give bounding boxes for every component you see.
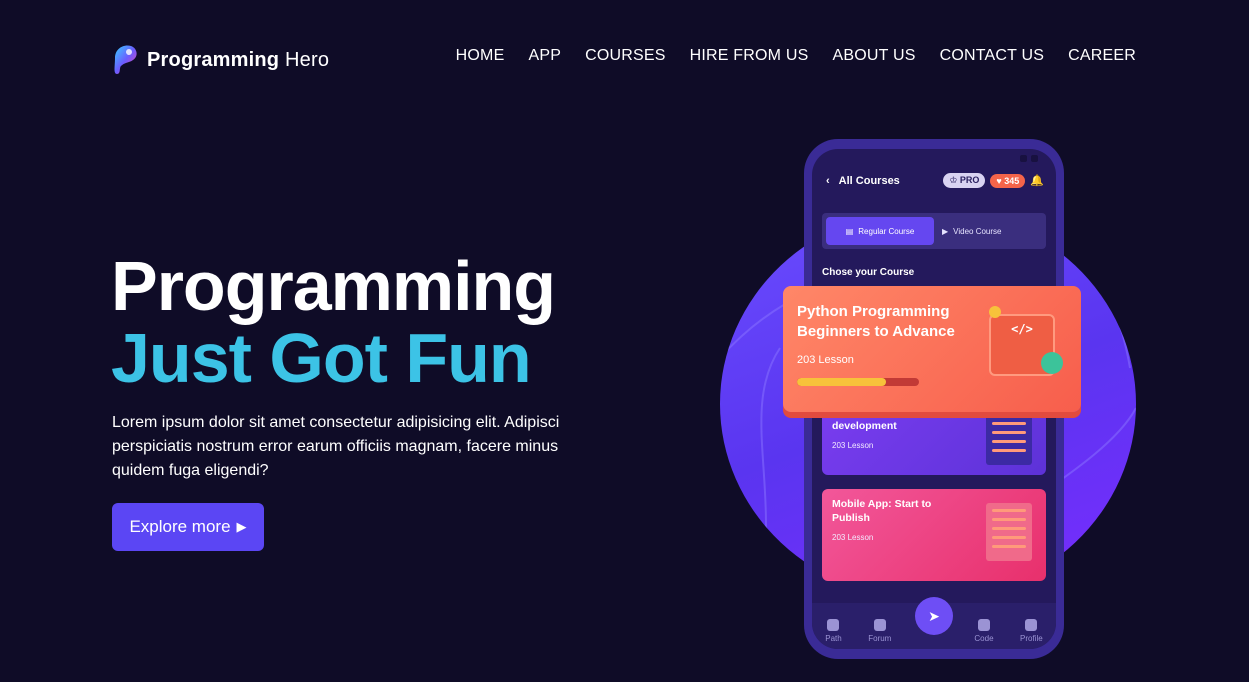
phone-header-label: All Courses: [838, 174, 900, 187]
user-icon: [1025, 619, 1038, 631]
hearts-badge: ♥ 345: [990, 173, 1026, 188]
tab-forum[interactable]: Forum: [868, 619, 891, 643]
tab-video-course[interactable]: ▶ Video Course: [942, 227, 1001, 236]
course-type-toggle: ▤ Regular Course ▶ Video Course: [822, 213, 1046, 249]
bell-icon[interactable]: 🔔: [1030, 174, 1044, 187]
flag-icon: [827, 619, 840, 631]
hearts-count: 345: [1004, 175, 1020, 186]
brand-logo[interactable]: Programming Hero: [111, 44, 329, 76]
progress-bar: [797, 378, 919, 386]
pro-badge-label: PRO: [959, 175, 980, 185]
nav-app[interactable]: APP: [528, 47, 561, 65]
code-file-icon: [986, 503, 1032, 561]
cta-label: Explore more: [129, 517, 231, 536]
main-nav: HOME APP COURSES HIRE FROM US ABOUT US C…: [456, 47, 1136, 65]
nav-hire-from-us[interactable]: HIRE FROM US: [690, 47, 809, 65]
nav-courses[interactable]: COURSES: [585, 47, 666, 65]
compass-icon[interactable]: ➤: [915, 597, 953, 635]
section-title: Chose your Course: [822, 267, 915, 278]
nav-career[interactable]: CAREER: [1068, 47, 1136, 65]
brand-name: Programming Hero: [147, 49, 329, 72]
tab-profile-label: Profile: [1020, 634, 1043, 643]
camera-icon: [1020, 155, 1038, 162]
chevron-left-icon[interactable]: ‹: [826, 175, 830, 187]
phone-badges: ♔ PRO ♥ 345 🔔: [943, 173, 1044, 188]
course-title: Mobile App: Start to Publish: [832, 498, 932, 524]
document-icon: ▤: [845, 226, 854, 236]
tab-path-label: Path: [825, 634, 842, 643]
hero-title-line2: Just Got Fun: [111, 319, 532, 397]
hero-title: Programming Just Got Fun: [111, 247, 556, 397]
globe-icon: [1041, 352, 1063, 374]
brand-name-bold: Programming: [147, 48, 280, 71]
hero-description: Lorem ipsum dolor sit amet consectetur a…: [112, 414, 560, 479]
logo-icon: [114, 45, 137, 74]
course-title: Python Programming Beginners to Advance: [797, 303, 955, 340]
play-circle-icon: ▶: [942, 226, 949, 236]
tab-regular-course-label: Regular Course: [858, 226, 915, 236]
nav-contact-us[interactable]: CONTACT US: [940, 47, 1045, 65]
pro-badge: ♔ PRO: [943, 173, 986, 188]
nav-home[interactable]: HOME: [456, 47, 505, 65]
tab-profile[interactable]: Profile: [1020, 619, 1043, 643]
progress-fill: [797, 378, 887, 386]
chat-icon: [873, 619, 886, 631]
brand-name-light: Hero: [285, 48, 330, 71]
play-triangle-icon: ▶: [236, 519, 247, 534]
explore-more-button[interactable]: Explore more ▶: [112, 503, 264, 551]
code-icon: [977, 619, 990, 631]
phone-header: ‹ All Courses ♔ PRO ♥ 345 🔔: [826, 173, 1044, 188]
nav-about-us[interactable]: ABOUT US: [832, 47, 915, 65]
coin-icon: [989, 306, 1001, 318]
course-card-python[interactable]: Python Programming Beginners to Advance …: [783, 286, 1081, 412]
tab-video-course-label: Video Course: [953, 226, 1002, 236]
hero-title-line1: Programming: [111, 247, 556, 325]
code-editor-icon: [986, 407, 1032, 465]
tab-forum-label: Forum: [868, 634, 892, 643]
tab-path[interactable]: Path: [825, 619, 842, 643]
phone-header-title: ‹ All Courses: [826, 175, 900, 187]
course-card-mobile[interactable]: Mobile App: Start to Publish 203 Lesson: [822, 489, 1046, 581]
tab-code-label: Code: [974, 634, 994, 643]
tab-code[interactable]: Code: [974, 619, 994, 643]
tab-regular-course[interactable]: ▤ Regular Course: [826, 217, 934, 245]
